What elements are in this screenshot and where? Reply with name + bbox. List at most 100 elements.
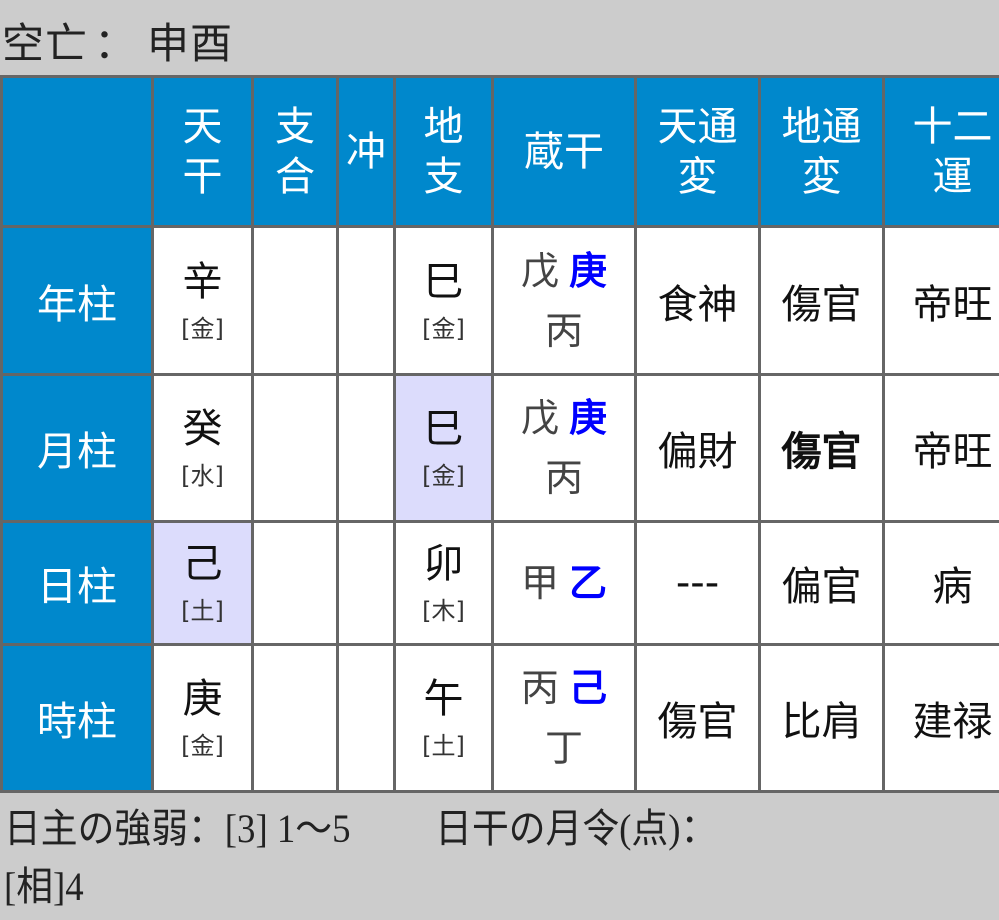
tenkan-element: [水] <box>181 462 224 490</box>
chishi-cell: 巳 [金] <box>393 225 494 376</box>
chitsuhen-cell-emphasized: 傷官 <box>758 373 885 523</box>
zokan-cell: 戊庚 丙 <box>491 225 637 376</box>
tenkan-char: 庚 <box>182 676 223 722</box>
header-row: 天干 支合 冲 地支 蔵干 天通変 地通変 十二運 <box>0 75 999 228</box>
zokan-line-1: 戊庚 <box>496 388 633 448</box>
zokan-line-1: 戊庚 <box>496 241 633 301</box>
chitsuhen-cell: 偏官 <box>758 520 885 646</box>
chishi-element: [土] <box>422 732 465 760</box>
chitsuhen-cell: 比肩 <box>758 643 885 793</box>
kubou-line: 空亡：申酉 <box>2 14 233 74</box>
juniun-cell: 帝旺 <box>882 225 999 376</box>
header-chishi: 地支 <box>393 75 494 228</box>
header-text: 変 <box>801 153 842 200</box>
tenkan-element: [金] <box>181 732 224 760</box>
zokan-second: 丙 <box>544 308 583 353</box>
table-row-nenchu: 年柱 辛 [金] 巳 [金] 戊庚 丙 食神 傷官 帝旺 <box>0 225 999 376</box>
header-text: 十二 <box>912 103 993 150</box>
header-tentsuhen: 天通変 <box>634 75 761 228</box>
juniun-cell: 建禄 <box>882 643 999 793</box>
kubou-colon: ： <box>94 19 138 68</box>
header-text: 運 <box>932 153 973 200</box>
chishi-element: [木] <box>422 597 465 625</box>
header-tenkan: 天干 <box>151 75 254 228</box>
zokan-first: 甲 <box>520 561 559 605</box>
tentsuhen-cell: 食神 <box>634 225 761 376</box>
header-text: 冲 <box>346 128 386 175</box>
chitsuhen-cell: 傷官 <box>758 225 885 376</box>
shigo-cell <box>251 373 339 523</box>
chu-cell <box>336 520 396 646</box>
header-text: 干 <box>182 153 223 200</box>
header-text: 地 <box>423 103 464 150</box>
table-row-jichu: 時柱 庚 [金] 午 [土] 丙己 丁 傷官 比肩 建禄 <box>0 643 999 793</box>
header-text: 天 <box>182 103 223 150</box>
tenkan-char: 己 <box>182 541 223 587</box>
tenkan-element: [土] <box>181 597 224 625</box>
zokan-main: 己 <box>569 666 608 710</box>
chishi-char: 巳 <box>423 406 464 452</box>
kubou-label: 空亡 <box>2 19 89 68</box>
chishi-cell: 午 [土] <box>393 643 494 793</box>
tentsuhen-cell: 傷官 <box>634 643 761 793</box>
meishiki-table: 天干 支合 冲 地支 蔵干 天通変 地通変 十二運 年柱 辛 [金] 巳 [金]… <box>0 75 999 793</box>
tenkan-element: [金] <box>181 314 224 343</box>
shigo-cell <box>251 643 339 793</box>
zokan-cell: 甲乙 <box>491 520 637 646</box>
header-text: 合 <box>275 153 315 200</box>
zokan-first: 戊 <box>520 396 559 440</box>
strength-label: 日主の強弱： <box>4 806 225 851</box>
header-chitsuhen: 地通変 <box>758 75 885 228</box>
tenkan-cell-highlighted: 己 [土] <box>151 520 254 646</box>
zokan-cell: 丙己 丁 <box>491 643 637 793</box>
row-label: 時柱 <box>0 643 154 793</box>
footer-summary: 日主の強弱：[3] 1〜5 日干の月令(点)： [相]4 <box>4 800 717 916</box>
header-chu: 冲 <box>336 75 396 228</box>
monthly-label: 日干の月令(点)： <box>435 806 718 851</box>
header-juniun: 十二運 <box>882 75 999 228</box>
chishi-char: 午 <box>423 676 464 722</box>
tenkan-cell: 癸 [水] <box>151 373 254 523</box>
row-label: 年柱 <box>0 225 154 376</box>
header-text: 蔵干 <box>524 128 604 175</box>
zokan-line-1: 丙己 <box>496 658 633 718</box>
tenkan-char: 辛 <box>182 258 223 305</box>
tenkan-cell: 庚 [金] <box>151 643 254 793</box>
header-shigo: 支合 <box>251 75 339 228</box>
zokan-cell: 戊庚 丙 <box>491 373 637 523</box>
kubou-value: 申酉 <box>147 19 234 68</box>
zokan-line-1: 甲乙 <box>496 553 633 613</box>
table-row-getchu: 月柱 癸 [水] 巳 [金] 戊庚 丙 偏財 傷官 帝旺 <box>0 373 999 523</box>
chishi-element: [金] <box>422 462 465 490</box>
chu-cell <box>336 373 396 523</box>
chishi-element: [金] <box>422 314 465 343</box>
header-corner <box>0 75 154 228</box>
zokan-main: 乙 <box>569 561 608 605</box>
header-text: 支 <box>275 103 315 150</box>
juniun-cell: 帝旺 <box>882 373 999 523</box>
header-text: 天通 <box>657 103 738 150</box>
header-text: 支 <box>423 153 464 200</box>
zokan-second: 丙 <box>544 456 583 500</box>
tenkan-cell: 辛 [金] <box>151 225 254 376</box>
chishi-cell-highlighted: 巳 [金] <box>393 373 494 523</box>
row-label: 日柱 <box>0 520 154 646</box>
chu-cell <box>336 225 396 376</box>
zokan-first: 戊 <box>520 248 559 293</box>
tenkan-char: 癸 <box>182 406 223 452</box>
row-label: 月柱 <box>0 373 154 523</box>
table-row-nitchu: 日柱 己 [土] 卯 [木] 甲乙 --- 偏官 病 <box>0 520 999 646</box>
juniun-cell: 病 <box>882 520 999 646</box>
zokan-second: 丁 <box>544 726 583 770</box>
chishi-cell: 卯 [木] <box>393 520 494 646</box>
chishi-char: 巳 <box>423 258 464 305</box>
header-text: 地通 <box>781 103 862 150</box>
monthly-value: [相]4 <box>4 864 84 909</box>
zokan-main: 庚 <box>569 396 608 440</box>
tentsuhen-cell: 偏財 <box>634 373 761 523</box>
header-text: 変 <box>677 153 718 200</box>
header-zokan: 蔵干 <box>491 75 637 228</box>
shigo-cell <box>251 225 339 376</box>
tentsuhen-cell: --- <box>634 520 761 646</box>
chishi-char: 卯 <box>423 541 464 587</box>
